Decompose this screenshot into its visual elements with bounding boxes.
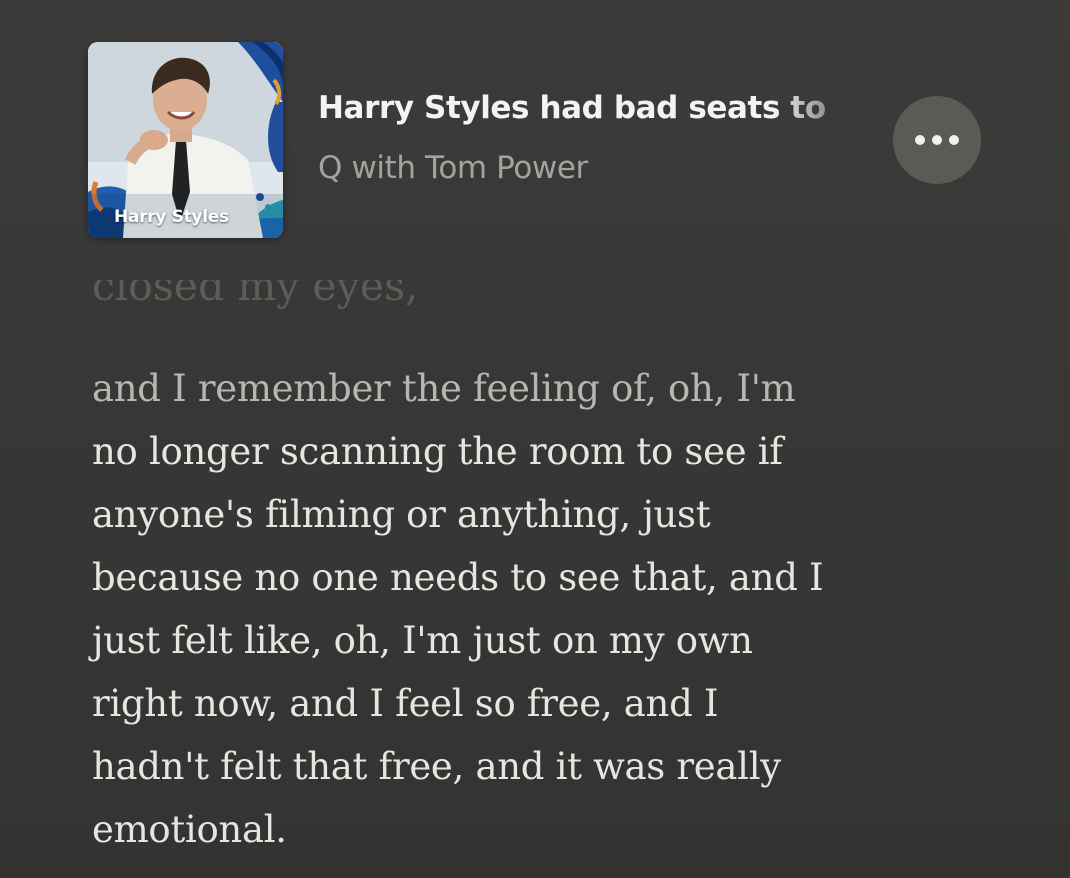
transcript-line: no longer scanning the room to see if [92, 430, 783, 473]
transcript-line: right now, and I feel so free, and I [92, 682, 719, 725]
show-name[interactable]: Q with Tom Power [318, 150, 588, 186]
transcript-body: and I remember the feeling of, oh, I'm n… [92, 357, 1032, 861]
more-options-button[interactable] [893, 96, 981, 184]
episode-artwork[interactable]: Harry Styles [88, 42, 283, 238]
transcript-previous-line: closed my eyes, [92, 262, 419, 310]
now-playing-header: Harry Styles Harry Styles had bad seats … [0, 0, 1070, 260]
ellipsis-icon-dot [932, 135, 942, 145]
artwork-caption: Harry Styles [114, 207, 229, 227]
transcript-line: because no one needs to see that, and I [92, 556, 824, 599]
transcript-line: anyone's filming or anything, just [92, 493, 711, 536]
transcript-line: just felt like, oh, I'm just on my own [92, 619, 753, 662]
transcript-line: emotional. [92, 808, 287, 851]
transcript-line: and I remember the feeling of, oh, I'm [92, 367, 796, 410]
episode-title[interactable]: Harry Styles had bad seats to [318, 90, 873, 126]
ellipsis-icon [915, 135, 925, 145]
transcript-line: hadn't felt that free, and it was really [92, 745, 781, 788]
ellipsis-icon-dot [949, 135, 959, 145]
